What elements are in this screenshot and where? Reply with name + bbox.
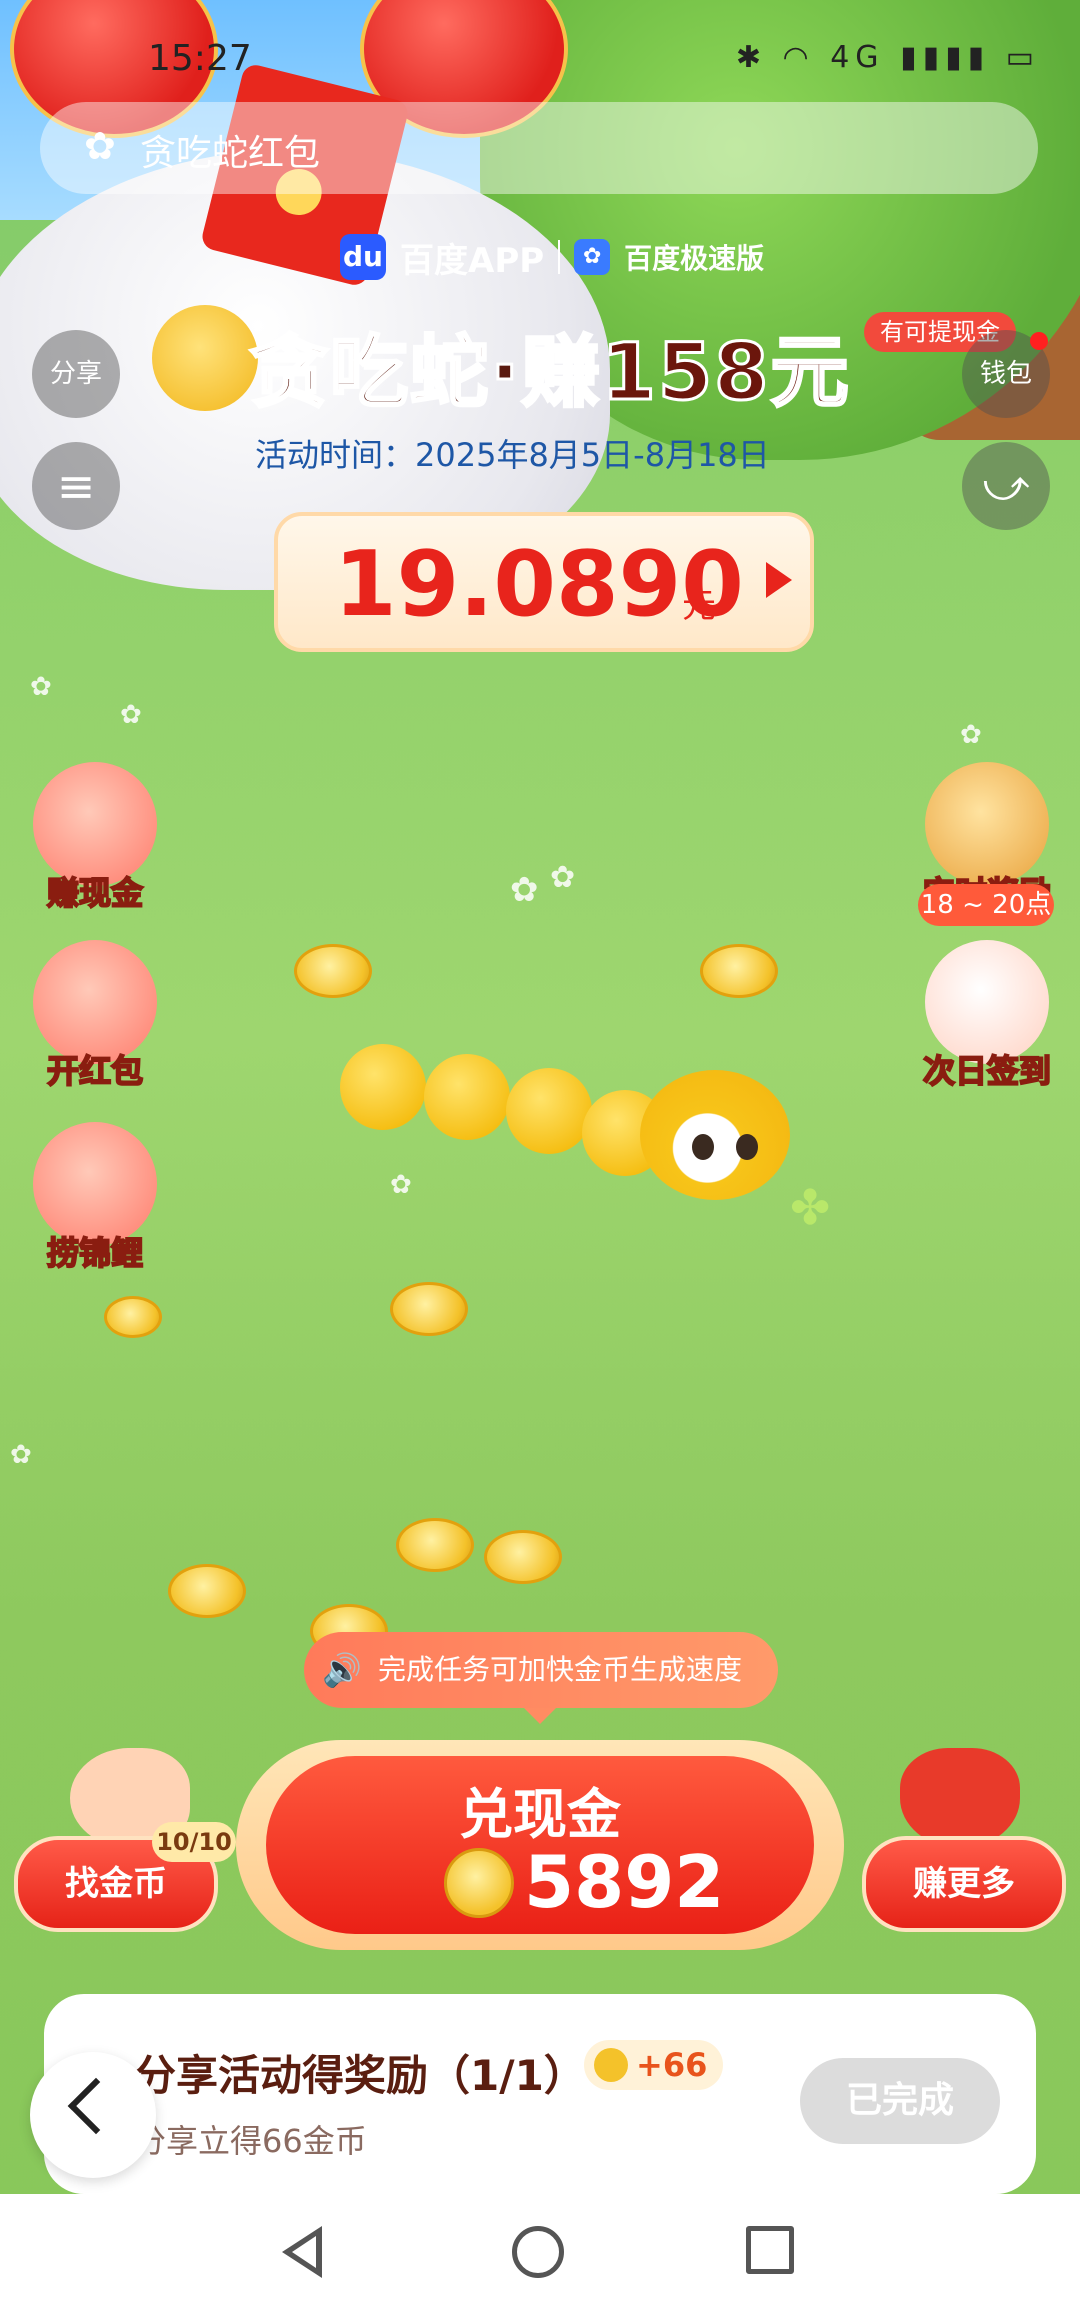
- gold-coin[interactable]: [396, 1518, 474, 1572]
- arrow-right-icon: [766, 562, 792, 598]
- earn-more-label: 赚更多: [913, 1864, 1015, 1904]
- wallet-label: 钱包: [979, 359, 1032, 389]
- earn-cash-label: 赚现金: [46, 873, 144, 913]
- open-red-packet-label: 开红包: [46, 1051, 144, 1091]
- snake-body-segment: [340, 1044, 426, 1130]
- game-title-prefix: 贪吃蛇·赚: [249, 327, 602, 420]
- game-title: 贪吃蛇·赚158元: [249, 310, 851, 422]
- bubble-tail: [524, 1708, 556, 1724]
- app-name-baidu: 百度APP: [400, 240, 545, 281]
- flower-decoration: ✿: [120, 700, 142, 730]
- speed-tip-text: 完成任务可加快金币生成速度: [378, 1653, 743, 1686]
- flower-decoration: ✿: [960, 720, 982, 750]
- task-reward-badge: +66: [584, 2040, 724, 2090]
- baidu-lite-logo-icon: ✿: [574, 239, 611, 275]
- speaker-icon: 🔊: [322, 1651, 362, 1689]
- koi-fishing-label: 捞锦鲤: [46, 1233, 144, 1273]
- task-card: 分享活动得奖励（1/1） +66 分享立得66金币 已完成: [44, 1994, 1036, 2194]
- earn-more-button[interactable]: 赚更多: [862, 1836, 1066, 1932]
- redeem-cash-label: 兑现金: [459, 1783, 621, 1846]
- share-button[interactable]: 分享: [32, 330, 120, 418]
- find-coins-label: 找金币: [65, 1864, 167, 1904]
- nav-home-icon[interactable]: [512, 2226, 564, 2278]
- flower-decoration: ✿: [390, 1170, 412, 1200]
- baidu-logo-icon: du: [340, 234, 386, 280]
- gold-coin[interactable]: [484, 1530, 562, 1584]
- menu-button[interactable]: ≡: [32, 442, 120, 530]
- gold-coin[interactable]: [390, 1282, 468, 1336]
- task-title: 分享活动得奖励（1/1）: [134, 2051, 586, 2100]
- gold-coin[interactable]: [104, 1296, 162, 1338]
- task-completed-button[interactable]: 已完成: [800, 2058, 1000, 2144]
- status-icons: ✱ ◠ 4G ▮▮▮▮ ▭: [735, 40, 1040, 75]
- redeem-cash-button[interactable]: 兑现金 5892: [236, 1740, 844, 1950]
- speed-tip-bubble: 🔊 完成任务可加快金币生成速度: [304, 1632, 778, 1724]
- status-time: 15:27: [148, 38, 252, 79]
- koi-fishing-button[interactable]: 捞锦鲤: [20, 1122, 170, 1274]
- balance-box[interactable]: 19.0890 元: [274, 512, 814, 652]
- wallet-notification-dot: [1030, 332, 1048, 350]
- gold-coin[interactable]: [700, 944, 778, 998]
- app-name-baidu-lite: 百度极速版: [624, 242, 765, 275]
- snake-head[interactable]: [640, 1070, 790, 1200]
- back-button[interactable]: [30, 2052, 156, 2178]
- menu-icon: ≡: [56, 459, 96, 513]
- open-red-packet-button[interactable]: 开红包: [20, 940, 170, 1092]
- game-title-amount: 158元: [600, 327, 851, 420]
- system-navigation-bar: [0, 2194, 1080, 2310]
- task-subtitle: 分享立得66金币: [134, 2122, 367, 2160]
- snake-eye: [692, 1134, 714, 1160]
- find-coins-progress-badge: 10/10: [152, 1822, 236, 1862]
- gold-coin[interactable]: [168, 1564, 246, 1618]
- coin-balance: 5892: [524, 1840, 725, 1924]
- flower-decoration: ✿: [550, 860, 576, 895]
- nav-recents-icon[interactable]: [746, 2226, 794, 2274]
- coin-icon: [594, 2048, 628, 2082]
- page-title: 贪吃蛇红包: [140, 133, 321, 174]
- page-title-bar[interactable]: ✿ 贪吃蛇红包: [40, 102, 1038, 194]
- app-badges: du 百度APP ✿ 百度极速版: [340, 232, 764, 282]
- coin-icon: [444, 1848, 514, 1918]
- flower-decoration: ✿: [510, 870, 539, 910]
- timed-reward-hours: 18 ~ 20点: [918, 884, 1054, 926]
- earn-cash-button[interactable]: 赚现金: [20, 762, 170, 914]
- flower-decoration: ✿: [10, 1440, 32, 1470]
- task-reward-value: +66: [636, 2046, 708, 2084]
- activity-duration: 活动时间：2025年8月5日-8月18日: [255, 436, 770, 474]
- lucky-bag-icon: [900, 1748, 1020, 1848]
- paw-icon: ✿: [84, 124, 116, 168]
- snake-body-segment: [506, 1068, 592, 1154]
- balance-unit: 元: [682, 586, 716, 626]
- next-day-checkin-button[interactable]: 次日签到: [912, 940, 1062, 1092]
- next-day-checkin-label: 次日签到: [922, 1051, 1052, 1091]
- route-button[interactable]: ⤻: [962, 442, 1050, 530]
- flower-decoration: ✿: [30, 672, 52, 702]
- divider: [558, 240, 561, 274]
- clover-icon: ✤: [790, 1180, 831, 1236]
- snake-eye: [736, 1134, 758, 1160]
- share-label: 分享: [49, 359, 102, 389]
- snake-mascot-icon: [152, 305, 258, 411]
- route-icon: ⤻: [982, 460, 1030, 511]
- chevron-left-icon: [67, 2077, 125, 2135]
- status-bar: 15:27 ✱ ◠ 4G ▮▮▮▮ ▭: [0, 30, 1080, 90]
- gold-coin[interactable]: [294, 944, 372, 998]
- nav-back-icon-inner: [292, 2236, 316, 2268]
- snake-body-segment: [424, 1054, 510, 1140]
